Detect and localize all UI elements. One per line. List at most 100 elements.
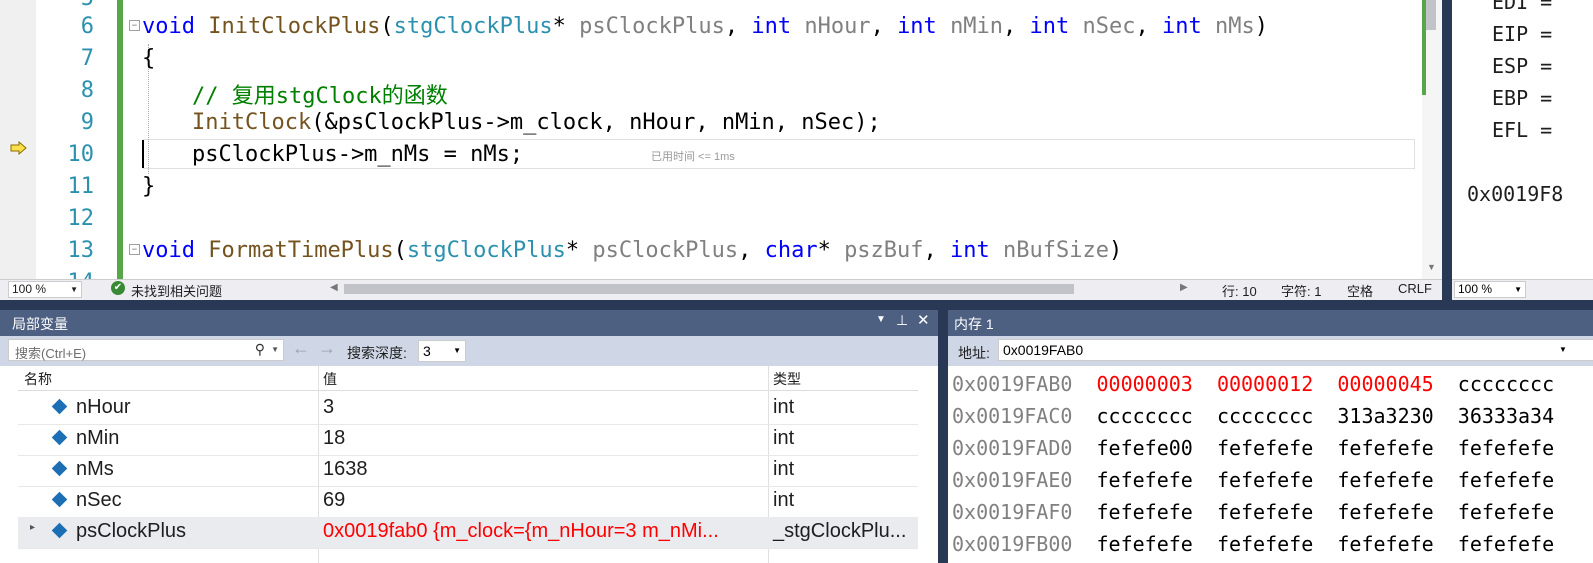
memory-value[interactable]: 313a3230: [1337, 404, 1433, 428]
register-line: ESP =: [1492, 54, 1553, 78]
panel-title: 局部变量: [12, 316, 68, 332]
line-number: 13: [67, 238, 95, 263]
forward-arrow-icon[interactable]: →: [318, 338, 336, 359]
code-line: }: [142, 174, 156, 199]
memory-value[interactable]: 00000003: [1097, 372, 1193, 396]
scroll-down-icon[interactable]: ▼: [1427, 262, 1436, 272]
scroll-right-icon[interactable]: ▶: [1180, 282, 1188, 293]
pin-icon[interactable]: ⊥: [896, 312, 908, 329]
current-statement-arrow-icon: [10, 141, 27, 155]
char-indicator[interactable]: 字符: 1: [1281, 281, 1321, 300]
column-header-name[interactable]: 名称: [24, 369, 52, 389]
memory-row[interactable]: 0x0019FAC0 cccccccc cccccccc 313a3230 36…: [952, 404, 1554, 428]
memory-value[interactable]: 00000012: [1217, 372, 1313, 396]
memory-value[interactable]: cccccccc: [1217, 404, 1313, 428]
variable-icon: [51, 491, 68, 508]
zoom-select[interactable]: 100 % ▼: [8, 281, 82, 298]
memory-value[interactable]: fefefefe: [1217, 468, 1313, 492]
splitter[interactable]: [0, 300, 1593, 310]
scrollbar-thumb[interactable]: [1426, 0, 1436, 30]
collapse-icon[interactable]: −: [129, 244, 140, 255]
panel-header[interactable]: 内存 1: [948, 310, 1593, 336]
memory-row[interactable]: 0x0019FAF0 fefefefe fefefefe fefefefe fe…: [952, 500, 1554, 524]
line-number: 11: [67, 174, 95, 199]
variable-type: int: [773, 489, 795, 511]
code-line: void FormatTimePlus(stgClockPlus* psCloc…: [142, 238, 1123, 263]
variable-name: nHour: [76, 396, 131, 418]
variable-value[interactable]: 3: [323, 396, 334, 419]
variable-value[interactable]: 69: [323, 489, 345, 512]
address-input[interactable]: 0x0019FAB0 ▼: [998, 339, 1593, 361]
editor-status-bar: 100 % ▼ ✔ 未找到相关问题 ◀ ▶ 行: 10 字符: 1 空格 CRLF: [0, 279, 1442, 300]
collapse-icon[interactable]: −: [129, 20, 140, 31]
memory-value[interactable]: fefefefe: [1458, 532, 1554, 556]
expand-icon[interactable]: ▸: [30, 522, 35, 533]
variable-type: int: [773, 427, 795, 449]
editor-vertical-scrollbar[interactable]: ▼: [1422, 0, 1442, 279]
memory-value[interactable]: 36333a34: [1458, 404, 1554, 428]
perf-tip[interactable]: 已用时间 <= 1ms: [651, 148, 735, 164]
breakpoint-gutter[interactable]: [0, 0, 36, 279]
memory-value[interactable]: fefefefe: [1458, 468, 1554, 492]
panel-title: 内存 1: [954, 316, 994, 332]
line-ending-indicator[interactable]: CRLF: [1398, 281, 1432, 296]
line-number: 10: [67, 142, 95, 167]
memory-value[interactable]: fefefefe: [1337, 468, 1433, 492]
variable-value[interactable]: 0x0019fab0 {m_clock={m_nHour=3 m_nMi...: [323, 520, 719, 543]
code-line: void InitClockPlus(stgClockPlus* psClock…: [142, 14, 1269, 39]
line-number: 9: [80, 110, 94, 135]
horizontal-scrollbar-thumb[interactable]: [344, 284, 1074, 294]
zoom-select[interactable]: 100 % ▼: [1454, 281, 1526, 298]
memory-value[interactable]: fefefefe: [1337, 532, 1433, 556]
variable-value[interactable]: 18: [323, 427, 345, 450]
memory-value[interactable]: fefefefe: [1458, 436, 1554, 460]
chevron-down-icon[interactable]: ▼: [1559, 345, 1567, 354]
column-header-type[interactable]: 类型: [773, 369, 801, 389]
code-area[interactable]: − − void InitClockPlus(stgClockPlus* psC…: [126, 0, 1416, 279]
search-depth-select[interactable]: 3 ▼: [418, 340, 466, 362]
memory-value[interactable]: fefefefe: [1097, 500, 1193, 524]
memory-value[interactable]: fefefefe: [1217, 500, 1313, 524]
memory-value[interactable]: fefefe00: [1097, 436, 1193, 460]
memory-row[interactable]: 0x0019FAB0 00000003 00000012 00000045 cc…: [952, 372, 1554, 396]
scroll-left-icon[interactable]: ◀: [330, 282, 338, 293]
table-row[interactable]: nHour 3 int: [18, 393, 918, 425]
memory-value[interactable]: cccccccc: [1458, 372, 1554, 396]
chevron-down-icon: ▼: [1514, 285, 1522, 294]
variable-value[interactable]: 1638: [323, 458, 368, 481]
memory-value[interactable]: fefefefe: [1097, 468, 1193, 492]
search-icon[interactable]: ⚲: [255, 341, 265, 358]
back-arrow-icon[interactable]: ←: [292, 338, 310, 359]
memory-value[interactable]: fefefefe: [1337, 436, 1433, 460]
variable-type: _stgClockPlu...: [773, 520, 907, 542]
whitespace-indicator[interactable]: 空格: [1347, 281, 1373, 300]
table-row[interactable]: nMs 1638 int: [18, 455, 918, 487]
memory-value[interactable]: fefefefe: [1337, 500, 1433, 524]
chevron-down-icon: ▼: [70, 285, 78, 294]
memory-value[interactable]: cccccccc: [1097, 404, 1193, 428]
memory-address: 0x0019FAC0: [952, 404, 1073, 428]
table-row[interactable]: nMin 18 int: [18, 424, 918, 456]
memory-row[interactable]: 0x0019FB00 fefefefe fefefefe fefefefe fe…: [952, 532, 1554, 556]
issues-status[interactable]: 未找到相关问题: [131, 281, 222, 300]
memory-value[interactable]: 00000045: [1337, 372, 1433, 396]
dropdown-icon[interactable]: ▼: [876, 314, 886, 325]
column-header-value[interactable]: 值: [323, 369, 337, 389]
splitter[interactable]: [938, 310, 948, 563]
line-indicator[interactable]: 行: 10: [1222, 281, 1257, 300]
text-cursor: [142, 140, 144, 168]
memory-value[interactable]: fefefefe: [1458, 500, 1554, 524]
close-icon[interactable]: ✕: [917, 311, 930, 329]
splitter[interactable]: [1442, 0, 1452, 300]
code-editor[interactable]: 5 6 7 8 9 10 11 12 13 14 − − void InitCl…: [0, 0, 1442, 300]
chevron-down-icon[interactable]: ▼: [271, 345, 279, 354]
memory-value[interactable]: fefefefe: [1217, 436, 1313, 460]
search-input[interactable]: 搜索(Ctrl+E) ⚲ ▼: [8, 339, 284, 361]
memory-row[interactable]: 0x0019FAD0 fefefe00 fefefefe fefefefe fe…: [952, 436, 1554, 460]
memory-row[interactable]: 0x0019FAE0 fefefefe fefefefe fefefefe fe…: [952, 468, 1554, 492]
panel-header[interactable]: 局部变量 ▼ ⊥ ✕: [0, 310, 938, 336]
memory-value[interactable]: fefefefe: [1097, 532, 1193, 556]
table-row[interactable]: nSec 69 int: [18, 486, 918, 518]
memory-value[interactable]: fefefefe: [1217, 532, 1313, 556]
table-row[interactable]: ▸ psClockPlus 0x0019fab0 {m_clock={m_nHo…: [18, 517, 918, 549]
